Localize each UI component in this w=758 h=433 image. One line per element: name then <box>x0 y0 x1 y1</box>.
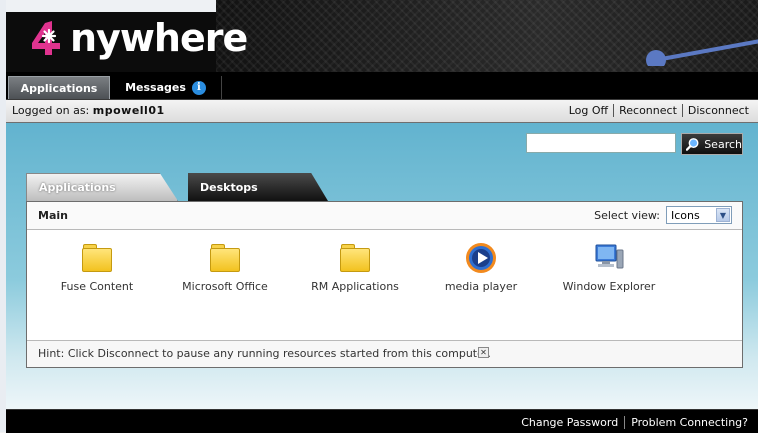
resources-panel: Main Select view: Icons ▼ Fuse Content M… <box>26 201 743 368</box>
log-off-link[interactable]: Log Off <box>564 104 613 117</box>
session-links: Log Off Reconnect Disconnect <box>564 104 754 117</box>
select-view-label: Select view: <box>594 209 660 222</box>
search-input[interactable] <box>526 133 676 153</box>
panel-title: Main <box>38 209 68 222</box>
folder-icon <box>339 242 371 274</box>
folder-icon <box>209 242 241 274</box>
close-icon[interactable]: ✕ <box>478 347 489 358</box>
brand-logo: nywhere <box>30 16 248 60</box>
tab-applications-label: Applications <box>20 81 98 95</box>
hint-text: Hint: Click Disconnect to pause any runn… <box>38 347 491 360</box>
user-bar: Logged on as: mpowell01 Log Off Reconnec… <box>6 100 758 123</box>
change-password-link[interactable]: Change Password <box>515 416 624 429</box>
search-button-label: Search <box>704 137 742 151</box>
resource-item-fuse-content[interactable]: Fuse Content <box>37 242 157 293</box>
resource-item-rm-applications[interactable]: RM Applications <box>295 242 415 293</box>
tab-content-desktops-label: Desktops <box>200 180 258 194</box>
main-area: Search Applications Desktops Main Select… <box>6 123 758 409</box>
magnifier-icon <box>686 138 699 151</box>
logo-text: nywhere <box>70 16 248 60</box>
view-select[interactable]: Icons ▼ <box>666 206 732 224</box>
top-navigation: Applications Messages i <box>6 72 758 100</box>
footer-links: Change Password Problem Connecting? <box>515 416 754 429</box>
app-header: nywhere <box>6 0 758 72</box>
reconnect-link[interactable]: Reconnect <box>613 104 682 117</box>
tab-messages-label: Messages <box>125 81 186 94</box>
info-icon: i <box>191 80 206 95</box>
resource-label: RM Applications <box>311 280 399 293</box>
username: mpowell01 <box>92 104 165 117</box>
problem-connecting-link[interactable]: Problem Connecting? <box>624 416 754 429</box>
tab-content-desktops[interactable]: Desktops <box>188 173 328 201</box>
resource-item-microsoft-office[interactable]: Microsoft Office <box>165 242 285 293</box>
tab-messages[interactable]: Messages i <box>110 76 222 99</box>
logo-four-star-icon <box>30 19 68 57</box>
tab-content-applications-label: Applications <box>39 181 116 194</box>
logged-on-label: Logged on as: <box>12 104 90 117</box>
folder-icon <box>81 242 113 274</box>
media-player-icon <box>465 242 497 274</box>
logged-on-info: Logged on as: mpowell01 <box>12 104 165 117</box>
resource-item-media-player[interactable]: media player <box>421 242 541 293</box>
search-button[interactable]: Search <box>681 133 743 155</box>
computer-icon <box>593 242 625 274</box>
view-select-value: Icons <box>671 208 700 222</box>
resource-label: Window Explorer <box>562 280 656 293</box>
footer-bar: Change Password Problem Connecting? <box>6 409 758 433</box>
resource-label: Fuse Content <box>60 280 134 293</box>
annotation-pointer <box>646 39 758 66</box>
header-light-strip <box>6 0 216 12</box>
chevron-down-icon: ▼ <box>716 208 730 222</box>
panel-header: Main Select view: Icons ▼ <box>27 202 742 230</box>
resource-label: media player <box>444 280 518 293</box>
tab-applications[interactable]: Applications <box>8 76 110 99</box>
resource-item-window-explorer[interactable]: Window Explorer <box>549 242 669 293</box>
tab-content-applications[interactable]: Applications <box>26 173 178 201</box>
resource-label: Microsoft Office <box>182 280 268 293</box>
hint-bar: Hint: Click Disconnect to pause any runn… <box>27 340 742 367</box>
disconnect-link[interactable]: Disconnect <box>681 104 754 117</box>
